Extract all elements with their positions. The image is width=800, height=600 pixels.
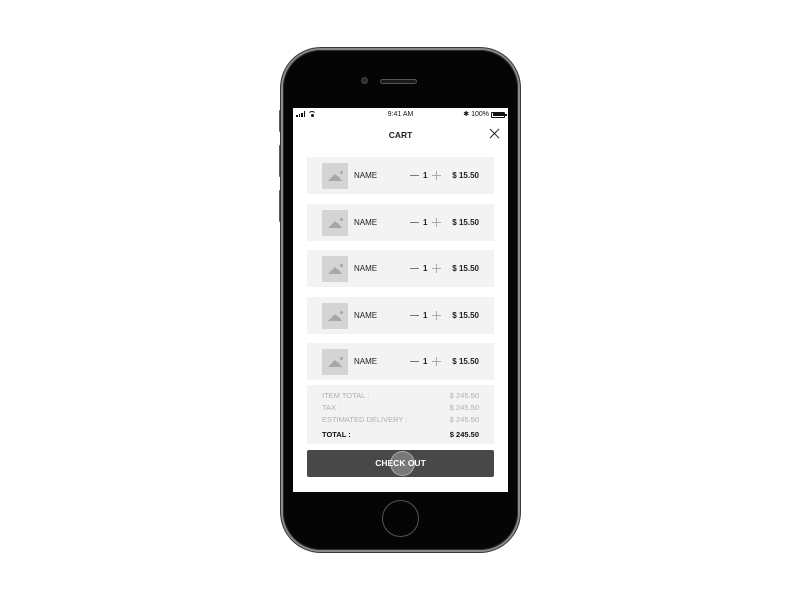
close-icon[interactable] — [489, 128, 500, 139]
volume-up-button — [279, 145, 282, 177]
order-summary: ITEM TOTAL : $ 245.50 TAX : $ 245.50 EST… — [307, 385, 494, 444]
image-placeholder-icon — [322, 302, 348, 329]
increase-quantity-button[interactable] — [432, 171, 442, 180]
earpiece-speaker — [380, 79, 417, 84]
volume-down-button — [279, 190, 282, 222]
status-bar: 9:41 AM ✱ 100% — [293, 108, 508, 122]
item-name: NAME — [354, 310, 378, 320]
item-price: $ 15.50 — [452, 264, 479, 273]
decrease-quantity-button[interactable] — [410, 357, 420, 366]
item-quantity: 1 — [423, 264, 428, 273]
power-button — [518, 145, 521, 180]
cart-item: NAME 1 $ 15.50 — [307, 157, 494, 194]
mute-switch — [279, 110, 282, 132]
item-total-value: $ 245.50 — [449, 391, 479, 400]
item-price: $ 15.50 — [452, 171, 479, 180]
battery-percent: 100% — [471, 111, 489, 118]
increase-quantity-button[interactable] — [432, 264, 442, 273]
summary-row-tax: TAX : $ 245.50 — [322, 403, 479, 413]
increase-quantity-button[interactable] — [432, 310, 442, 320]
item-name: NAME — [354, 171, 378, 180]
total-value: $ 245.50 — [449, 430, 479, 439]
checkout-label: CHECK OUT — [375, 458, 426, 468]
decrease-quantity-button[interactable] — [410, 171, 420, 180]
decrease-quantity-button[interactable] — [410, 311, 420, 320]
summary-row-item-total: ITEM TOTAL : $ 245.50 — [322, 391, 479, 401]
item-name: NAME — [354, 264, 378, 273]
image-placeholder-icon — [322, 209, 348, 236]
image-placeholder-icon — [322, 349, 348, 375]
cart-item: NAME 1 $ 15.50 — [307, 203, 494, 241]
increase-quantity-button[interactable] — [432, 217, 442, 227]
item-quantity: 1 — [423, 310, 428, 320]
cart-header: CART — [293, 122, 508, 146]
increase-quantity-button[interactable] — [432, 357, 442, 366]
bluetooth-icon: ✱ — [463, 111, 470, 118]
tax-label: TAX : — [322, 403, 341, 412]
item-price: $ 15.50 — [452, 310, 479, 320]
decrease-quantity-button[interactable] — [410, 264, 420, 273]
home-button[interactable] — [382, 500, 419, 537]
total-label: TOTAL : — [322, 430, 351, 439]
item-total-label: ITEM TOTAL : — [322, 391, 370, 400]
phone-screen: 9:41 AM ✱ 100% CART NAME 1 $ 15.50 NAME … — [293, 108, 508, 492]
cart-item-list: NAME 1 $ 15.50 NAME 1 $ 15.50 NAME 1 $ 1… — [307, 157, 494, 390]
item-quantity: 1 — [423, 217, 428, 227]
battery-icon — [491, 111, 507, 118]
page-title: CART — [388, 130, 413, 140]
image-placeholder-icon — [322, 163, 348, 189]
item-name: NAME — [354, 357, 378, 366]
item-quantity: 1 — [423, 357, 428, 366]
image-placeholder-icon — [322, 256, 348, 282]
cart-item: NAME 1 $ 15.50 — [307, 343, 494, 380]
item-name: NAME — [354, 217, 378, 227]
item-quantity: 1 — [423, 171, 428, 180]
summary-row-total: TOTAL : $ 245.50 — [322, 430, 479, 440]
front-camera — [361, 77, 368, 84]
tax-value: $ 245.50 — [449, 403, 479, 412]
status-right: ✱ 100% — [463, 111, 507, 118]
item-price: $ 15.50 — [452, 357, 479, 366]
delivery-value: $ 245.50 — [449, 415, 479, 424]
item-price: $ 15.50 — [452, 217, 479, 227]
checkout-button[interactable]: CHECK OUT — [307, 450, 494, 477]
decrease-quantity-button[interactable] — [410, 218, 420, 227]
summary-row-delivery: ESTIMATED DELIVERY : $ 245.50 — [322, 415, 479, 425]
cart-item: NAME 1 $ 15.50 — [307, 296, 494, 334]
delivery-label: ESTIMATED DELIVERY : — [322, 415, 408, 424]
cart-item: NAME 1 $ 15.50 — [307, 250, 494, 287]
